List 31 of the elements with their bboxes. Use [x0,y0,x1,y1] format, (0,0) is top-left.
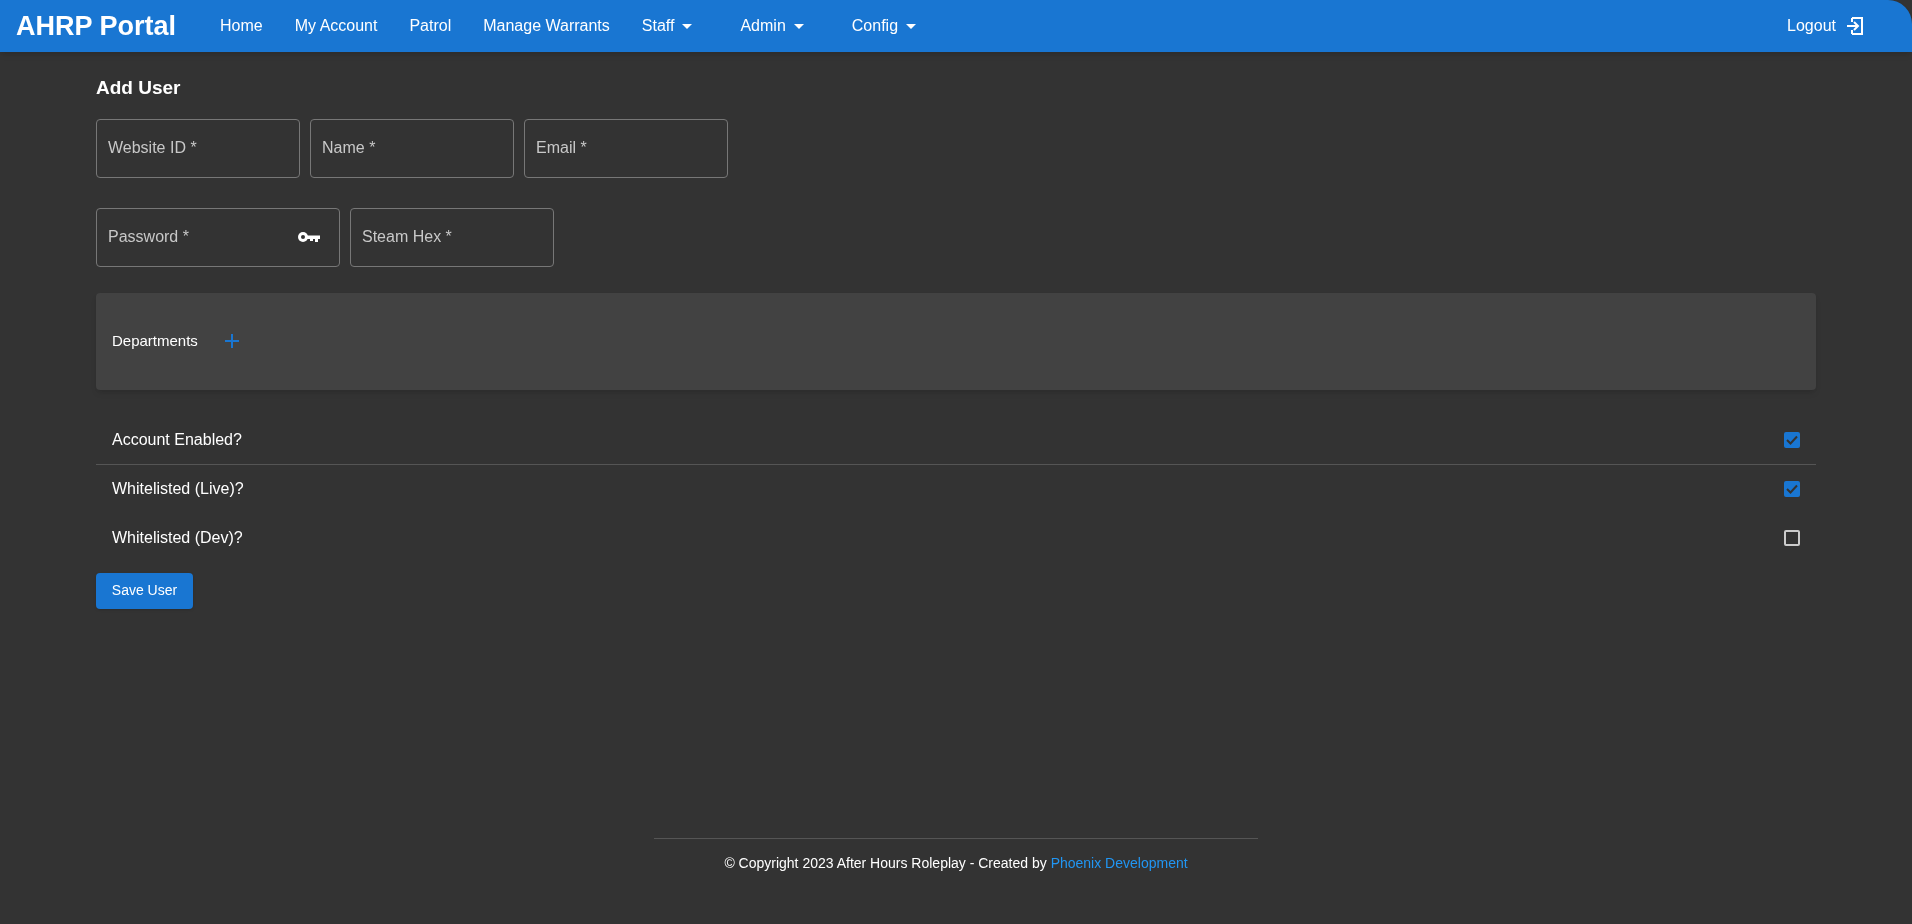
copyright-text: © Copyright 2023 After Hours Roleplay - Created by Phoenix Development [724,854,1188,873]
option-label: Account Enabled? [112,429,242,450]
input-field[interactable]: Email * [524,118,728,178]
nav-menu[interactable]: Admin [728,6,816,46]
checkbox[interactable] [1784,481,1800,497]
option-label: Whitelisted (Dev)? [112,528,243,548]
brand-title[interactable]: AHRP Portal [16,5,177,47]
input-field[interactable]: Name * [310,118,514,178]
nav-link[interactable]: Patrol [397,6,464,46]
input-field[interactable]: Website ID * [96,118,300,178]
checkbox[interactable] [1784,431,1800,448]
logout-button[interactable]: Logout [1787,14,1864,38]
logout-icon [1844,16,1864,36]
password-field[interactable]: Password * [96,207,340,267]
save-user-button[interactable]: Save User [96,572,193,609]
nav-link[interactable]: Manage Warrants [471,6,622,46]
option-label: Whitelisted (Live)? [112,479,244,499]
add-icon[interactable] [223,333,240,349]
nav-menu[interactable]: Config [839,6,929,46]
input-field[interactable]: Steam Hex * [350,207,554,267]
caret-icon [906,23,917,29]
departments-label: Departments [112,330,198,351]
caret-icon [793,23,804,29]
nav-link[interactable]: Home [208,6,275,46]
nav-link[interactable]: My Account [282,6,390,46]
nav-menu[interactable]: Staff [629,6,705,46]
checkbox[interactable] [1784,530,1800,546]
page-title: Add User [96,76,182,100]
caret-icon [682,23,693,29]
footer-link[interactable]: Phoenix Development [1050,855,1188,871]
key-icon[interactable] [297,230,321,243]
